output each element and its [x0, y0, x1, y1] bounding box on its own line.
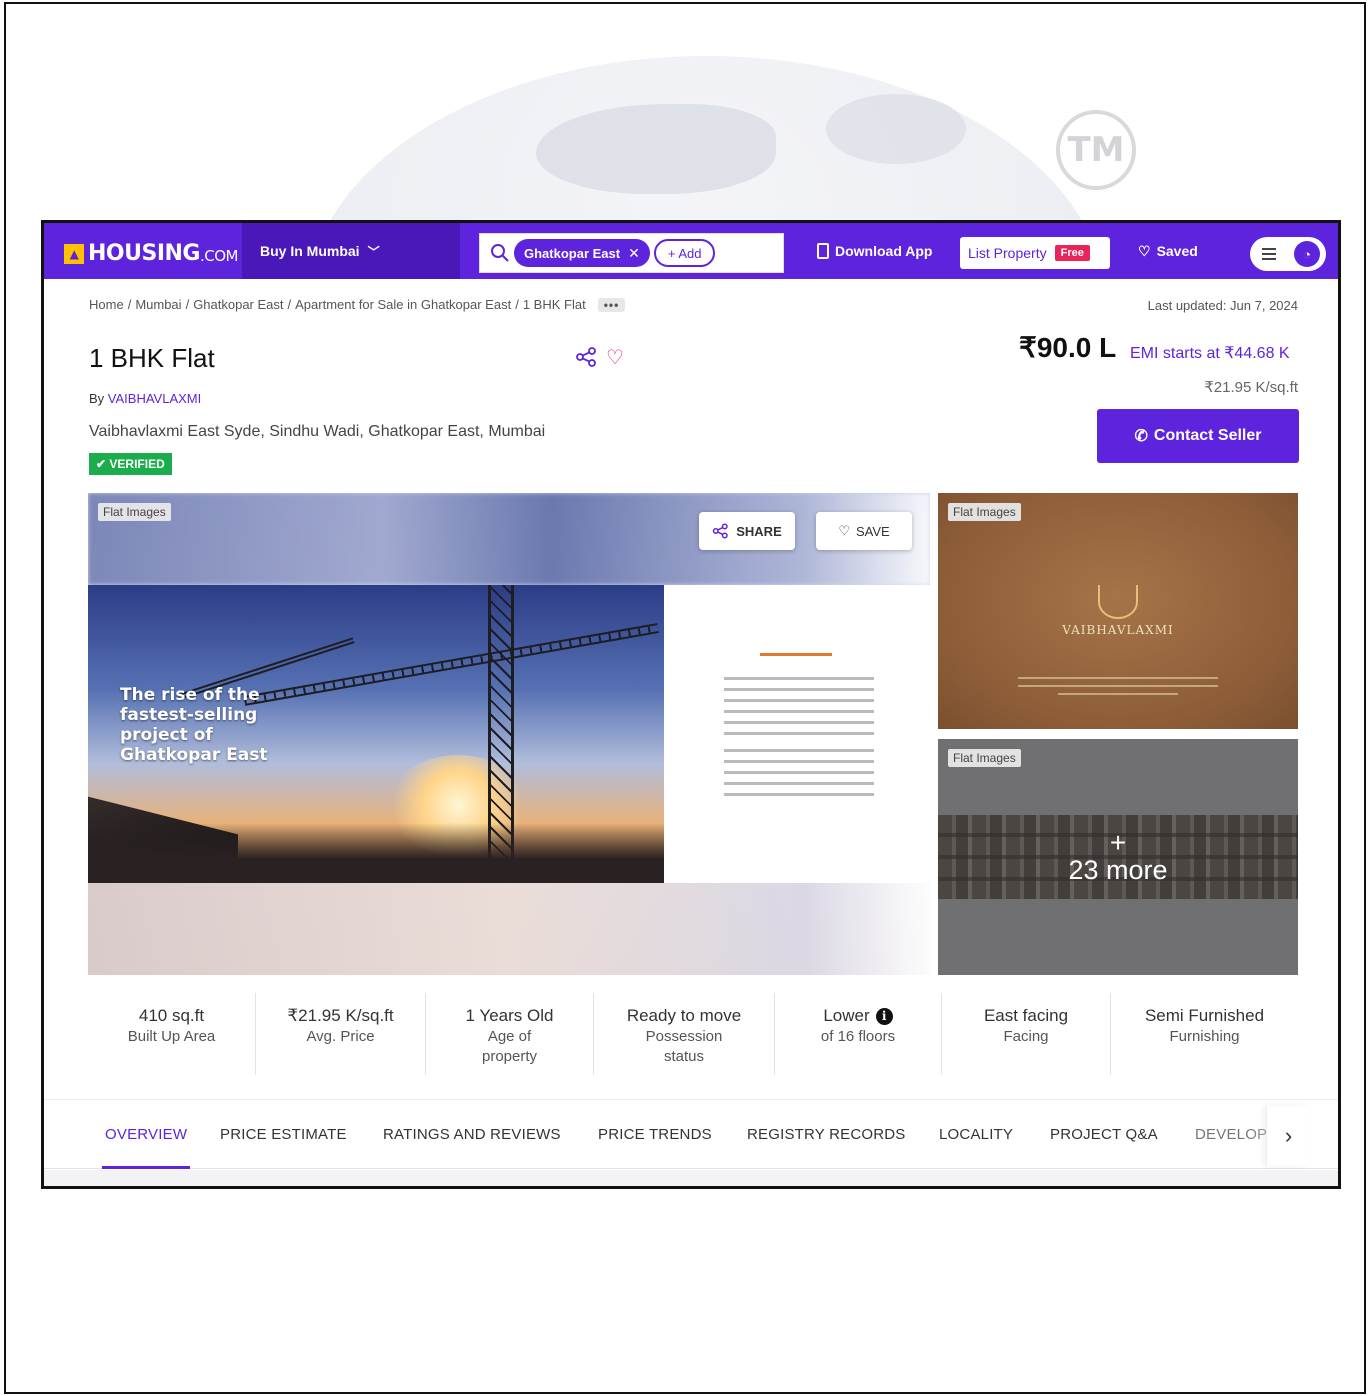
- list-property-button[interactable]: List Property Free: [960, 237, 1110, 269]
- download-app-label: Download App: [835, 243, 933, 259]
- breadcrumb: Home / Mumbai / Ghatkopar East / Apartment …: [89, 297, 626, 312]
- hamburger-icon: [1262, 248, 1276, 260]
- heart-icon: ♡: [838, 523, 850, 538]
- breadcrumb-category[interactable]: Apartment for Sale in Ghatkopar East: [295, 297, 511, 312]
- tab-registry-records[interactable]: REGISTRY RECORDS: [747, 1126, 906, 1143]
- gallery-thumbnail-brochure[interactable]: VAIBHAVLAXMI Flat Images: [938, 493, 1298, 729]
- price-per-sqft: ₹21.95 K/sq.ft: [1204, 379, 1298, 396]
- gallery-save-button[interactable]: ♡ SAVE: [816, 512, 912, 550]
- by-prefix: By: [89, 391, 105, 406]
- trademark-mark: TM: [1056, 110, 1136, 190]
- avatar-icon: ◔: [1294, 241, 1320, 267]
- hero-tagline: The rise of the fastest-selling project …: [120, 685, 268, 765]
- brand-name: VAIBHAVLAXMI: [1062, 623, 1174, 637]
- breadcrumb-city[interactable]: Mumbai: [135, 297, 181, 312]
- download-app-link[interactable]: Download App: [817, 223, 932, 279]
- emi-link[interactable]: EMI starts at ₹44.68 K: [1130, 343, 1290, 363]
- stat-furnishing: Semi Furnished Furnishing: [1144, 1006, 1265, 1045]
- flat-images-label: Flat Images: [98, 503, 171, 521]
- tab-project-qa[interactable]: PROJECT Q&A: [1050, 1126, 1158, 1143]
- buy-in-city-dropdown[interactable]: Buy In Mumbai ﹀: [242, 223, 460, 279]
- page-frame: TM ▲ HOUSING .COM Buy In Mumbai ﹀ Ghatko…: [4, 2, 1366, 1394]
- close-icon[interactable]: ✕: [628, 245, 640, 262]
- info-icon[interactable]: i: [875, 1008, 893, 1025]
- saved-link[interactable]: ♡ Saved: [1138, 223, 1198, 279]
- contact-seller-button[interactable]: ✆ Contact Seller: [1097, 409, 1299, 463]
- tab-price-trends[interactable]: PRICE TRENDS: [598, 1126, 712, 1143]
- tab-ratings-reviews[interactable]: RATINGS AND REVIEWS: [383, 1126, 561, 1143]
- search-bar[interactable]: Ghatkopar East ✕ + Add: [479, 233, 784, 273]
- stat-area: 410 sq.ft Built Up Area: [88, 993, 256, 1075]
- tab-overview[interactable]: OVERVIEW: [105, 1126, 187, 1143]
- last-updated: Last updated: Jun 7, 2024: [1147, 298, 1298, 313]
- phone-icon: [817, 243, 829, 259]
- brochure-text-panel: [664, 585, 930, 883]
- flat-images-label: Flat Images: [948, 749, 1021, 767]
- location-chip[interactable]: Ghatkopar East ✕: [514, 239, 650, 267]
- list-property-label: List Property: [968, 245, 1047, 261]
- page-title: 1 BHK Flat: [89, 343, 215, 373]
- address: Vaibhavlaxmi East Syde, Sindhu Wadi, Gha…: [89, 423, 546, 440]
- saved-label: Saved: [1156, 243, 1198, 259]
- more-images-count: 23 more: [1068, 855, 1168, 885]
- construction-crane-image: The rise of the fastest-selling project …: [88, 585, 664, 883]
- logo-house-icon: ▲: [64, 243, 84, 264]
- logo-suffix: .COM: [199, 246, 239, 265]
- gallery-share-label: SHARE: [736, 523, 782, 539]
- housing-logo[interactable]: ▲ HOUSING .COM: [64, 241, 238, 266]
- tab-locality[interactable]: LOCALITY: [939, 1126, 1013, 1143]
- chevron-down-icon: ﹀: [367, 244, 380, 259]
- brand-logo-icon: [1098, 585, 1138, 619]
- free-badge: Free: [1054, 245, 1090, 261]
- seller-link[interactable]: VAIBHAVLAXMI: [108, 391, 201, 406]
- add-location-button[interactable]: + Add: [653, 239, 716, 267]
- check-icon: ✔: [96, 457, 110, 471]
- main-gallery-image[interactable]: The rise of the fastest-selling project …: [88, 493, 930, 975]
- search-icon: [490, 243, 510, 263]
- buy-in-city-label: Buy In Mumbai: [260, 243, 360, 259]
- top-navbar: ▲ HOUSING .COM Buy In Mumbai ﹀ Ghatkopar…: [44, 223, 1338, 279]
- hearts-icon: ♡: [1138, 242, 1151, 259]
- heart-icon[interactable]: ♡: [606, 345, 630, 369]
- stat-avg-price: ₹21.95 K/sq.ft Avg. Price: [256, 993, 426, 1075]
- property-stats: 410 sq.ft Built Up Area ₹21.95 K/sq.ft A…: [88, 993, 1298, 1075]
- seller-line: By VAIBHAVLAXMI: [89, 391, 201, 406]
- active-tab-indicator: [102, 1166, 190, 1169]
- gallery-share-button[interactable]: SHARE: [699, 512, 795, 550]
- chevron-right-icon[interactable]: ›: [1266, 1106, 1310, 1166]
- gallery-thumbnail-more[interactable]: Flat Images + 23 more: [938, 739, 1298, 975]
- logo-text: HOUSING: [88, 241, 200, 266]
- verified-label: VERIFIED: [109, 457, 165, 471]
- share-icon[interactable]: [575, 347, 599, 367]
- location-chip-label: Ghatkopar East: [524, 245, 621, 261]
- stat-possession: Ready to move Possession status: [594, 993, 775, 1075]
- tab-price-estimate[interactable]: PRICE ESTIMATE: [220, 1126, 347, 1143]
- flat-images-label: Flat Images: [948, 503, 1021, 521]
- verified-badge: ✔ VERIFIED: [89, 453, 172, 475]
- stat-floor: Lower i of 16 floors: [775, 993, 942, 1075]
- contact-seller-label: Contact Seller: [1153, 427, 1262, 444]
- account-menu-button[interactable]: ◔: [1250, 237, 1326, 271]
- globe-watermark: [306, 44, 1106, 224]
- phone-icon: ✆: [1134, 428, 1148, 445]
- more-options-icon[interactable]: •••: [597, 297, 626, 312]
- stat-age: 1 Years Old Age of property: [426, 993, 594, 1075]
- price: ₹90.0 L: [1019, 332, 1117, 363]
- breadcrumb-locality[interactable]: Ghatkopar East: [193, 297, 283, 312]
- gallery-save-label: SAVE: [855, 523, 890, 539]
- breadcrumb-home[interactable]: Home: [89, 297, 124, 312]
- breadcrumb-current: 1 BHK Flat: [522, 297, 586, 312]
- section-tabs: OVERVIEW PRICE ESTIMATE RATINGS AND REVI…: [44, 1099, 1338, 1169]
- housing-listing-screenshot: ▲ HOUSING .COM Buy In Mumbai ﹀ Ghatkopar…: [41, 220, 1341, 1189]
- stat-facing: East facing Facing: [942, 993, 1111, 1075]
- share-icon: [712, 523, 728, 539]
